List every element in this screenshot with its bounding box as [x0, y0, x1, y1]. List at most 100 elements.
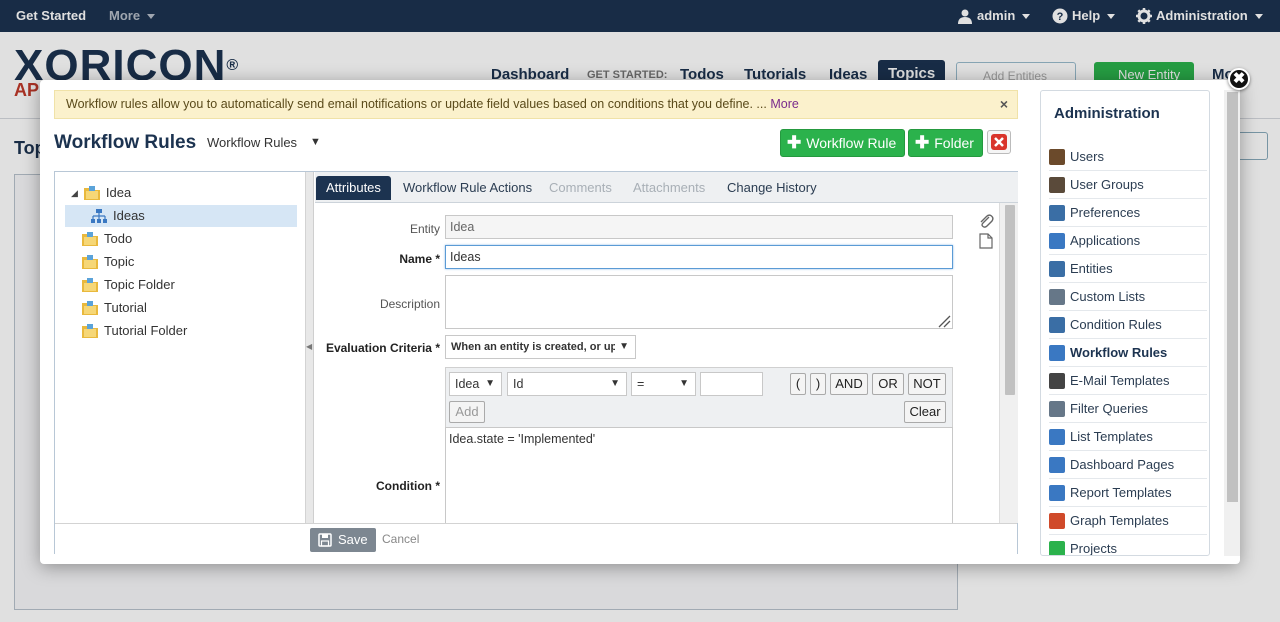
condition-value-input[interactable] [700, 372, 763, 396]
form-scrollbar[interactable] [999, 203, 1018, 523]
evaluation-criteria-label: Evaluation Criteria * [325, 341, 440, 355]
tree-node-tutorial-folder[interactable]: Tutorial Folder [82, 320, 187, 342]
condition-textarea[interactable]: Idea.state = 'Implemented' [445, 427, 953, 523]
entity-label: Entity [409, 222, 440, 236]
form-footer: Save Cancel [55, 523, 1017, 554]
paperclip-icon[interactable] [978, 213, 994, 229]
sidebar-item-custom-lists[interactable]: Custom Lists [1049, 283, 1207, 311]
condition-operator-select[interactable]: = ▼ [631, 372, 696, 396]
add-condition-button[interactable]: Add [449, 401, 485, 423]
tab-attachments: Attachments [633, 180, 706, 195]
tree-node-topic-folder[interactable]: Topic Folder [82, 274, 175, 296]
scrollbar-thumb[interactable] [1005, 205, 1015, 395]
collapse-handle-icon[interactable]: ◀ [306, 342, 312, 351]
sidebar-item-entities[interactable]: Entities [1049, 255, 1207, 283]
tab-change-history[interactable]: Change History [717, 176, 827, 200]
sidebar-item-graph-templates[interactable]: Graph Templates [1049, 507, 1207, 535]
plus-icon: ✚ [787, 133, 802, 152]
document-icon[interactable] [979, 233, 993, 249]
description-field[interactable] [445, 275, 953, 329]
folder-icon [82, 232, 98, 246]
workflow-icon [91, 209, 107, 223]
sidebar-item-condition-rules[interactable]: Condition Rules [1049, 311, 1207, 339]
chevron-down-icon: ▼ [610, 378, 620, 389]
notice-more-link[interactable]: More [770, 97, 798, 111]
sidebar-item-projects[interactable]: Projects [1049, 535, 1207, 556]
save-icon [318, 533, 332, 547]
info-notice: Workflow rules allow you to automaticall… [54, 90, 1018, 119]
folder-icon [83, 186, 100, 200]
chevron-down-icon: ▼ [615, 336, 629, 358]
dashboard-icon [1049, 456, 1065, 473]
tree-node-ideas[interactable]: Ideas [65, 205, 297, 227]
workflow-rules-dialog: Workflow rules allow you to automaticall… [40, 80, 1240, 564]
pie-chart-icon [1049, 512, 1065, 529]
name-field[interactable]: Ideas [445, 245, 953, 269]
tree-node-todo[interactable]: Todo [82, 228, 132, 250]
condition-field-select[interactable]: Id ▼ [507, 372, 627, 396]
not-button[interactable]: NOT [908, 373, 946, 395]
tab-workflow-rule-actions[interactable]: Workflow Rule Actions [393, 176, 542, 200]
tree-node-idea[interactable]: ◢ Idea [71, 182, 131, 204]
and-button[interactable]: AND [830, 373, 868, 395]
sidebar-item-dashboard-pages[interactable]: Dashboard Pages [1049, 451, 1207, 479]
save-button[interactable]: Save [310, 528, 376, 552]
sidebar-item-user-groups[interactable]: User Groups [1049, 171, 1207, 199]
evaluation-criteria-value: When an entity is created, or upd [451, 341, 624, 353]
tree-node-label: Ideas [113, 208, 145, 223]
chevron-down-icon: ▼ [679, 378, 689, 389]
sidebar-item-workflow-rules[interactable]: Workflow Rules [1049, 339, 1207, 367]
sidebar-item-e-mail-templates[interactable]: E-Mail Templates [1049, 367, 1207, 395]
sidebar-item-label: Filter Queries [1070, 401, 1149, 416]
add-workflow-rule-button[interactable]: ✚ Workflow Rule [780, 129, 906, 157]
sidebar-item-label: Entities [1070, 261, 1113, 276]
sidebar-item-report-templates[interactable]: Report Templates [1049, 479, 1207, 507]
add-workflow-rule-label: Workflow Rule [806, 135, 897, 151]
add-folder-button[interactable]: ✚ Folder [908, 129, 983, 157]
pane-splitter[interactable]: ◀ [306, 172, 314, 523]
sidebar-item-label: Preferences [1070, 205, 1141, 220]
user-groups-icon [1049, 176, 1065, 193]
user-icon [1049, 148, 1065, 165]
notice-close-button[interactable]: × [1000, 91, 1008, 118]
tree-node-topic[interactable]: Topic [82, 251, 134, 273]
chevron-down-icon[interactable]: ▼ [310, 136, 321, 148]
sidebar-item-filter-queries[interactable]: Filter Queries [1049, 395, 1207, 423]
search-list-icon [1049, 288, 1065, 305]
name-label: Name * [399, 252, 440, 266]
condition-label: Condition * [376, 479, 440, 493]
tree-node-label: Tutorial [104, 300, 147, 315]
notice-text: Workflow rules allow you to automaticall… [66, 97, 767, 111]
condition-entity-value: Idea [455, 377, 480, 391]
tab-attributes[interactable]: Attributes [316, 176, 391, 200]
sidebar-item-label: Condition Rules [1070, 317, 1162, 332]
entity-field: Idea [445, 215, 953, 239]
left-paren-button[interactable]: ( [790, 373, 806, 395]
window-icon [1049, 232, 1065, 249]
clear-condition-button[interactable]: Clear [904, 401, 946, 423]
cancel-link[interactable]: Cancel [382, 532, 419, 546]
tree-node-tutorial[interactable]: Tutorial [82, 297, 147, 319]
folder-icon [82, 278, 98, 292]
condition-entity-select[interactable]: Idea ▼ [449, 372, 502, 396]
scrollbar-thumb[interactable] [1227, 92, 1238, 502]
condition-icon [1049, 316, 1065, 333]
sidebar-item-label: Report Templates [1070, 485, 1172, 500]
rule-type-select[interactable]: Workflow Rules [207, 135, 297, 150]
sidebar-item-list-templates[interactable]: List Templates [1049, 423, 1207, 451]
tree-node-label: Topic [104, 254, 135, 269]
expand-triangle-icon[interactable]: ◢ [71, 182, 78, 204]
sidebar-scrollbar[interactable] [1224, 90, 1240, 556]
sidebar-item-applications[interactable]: Applications [1049, 227, 1207, 255]
resize-handle-icon[interactable] [937, 314, 951, 328]
delete-button[interactable] [987, 130, 1011, 154]
rules-tree: ◢ Idea Ideas Todo Topic Topic Folder Tut… [55, 172, 306, 523]
dialog-close-button[interactable]: ✖ [1228, 68, 1250, 90]
sidebar-item-preferences[interactable]: Preferences [1049, 199, 1207, 227]
evaluation-criteria-select[interactable]: When an entity is created, or upd ▼ [445, 335, 636, 359]
sidebar-item-users[interactable]: Users [1049, 143, 1207, 171]
or-button[interactable]: OR [872, 373, 904, 395]
right-paren-button[interactable]: ) [810, 373, 826, 395]
sidebar-item-label: Projects [1070, 541, 1117, 556]
tab-comments: Comments [549, 180, 612, 195]
